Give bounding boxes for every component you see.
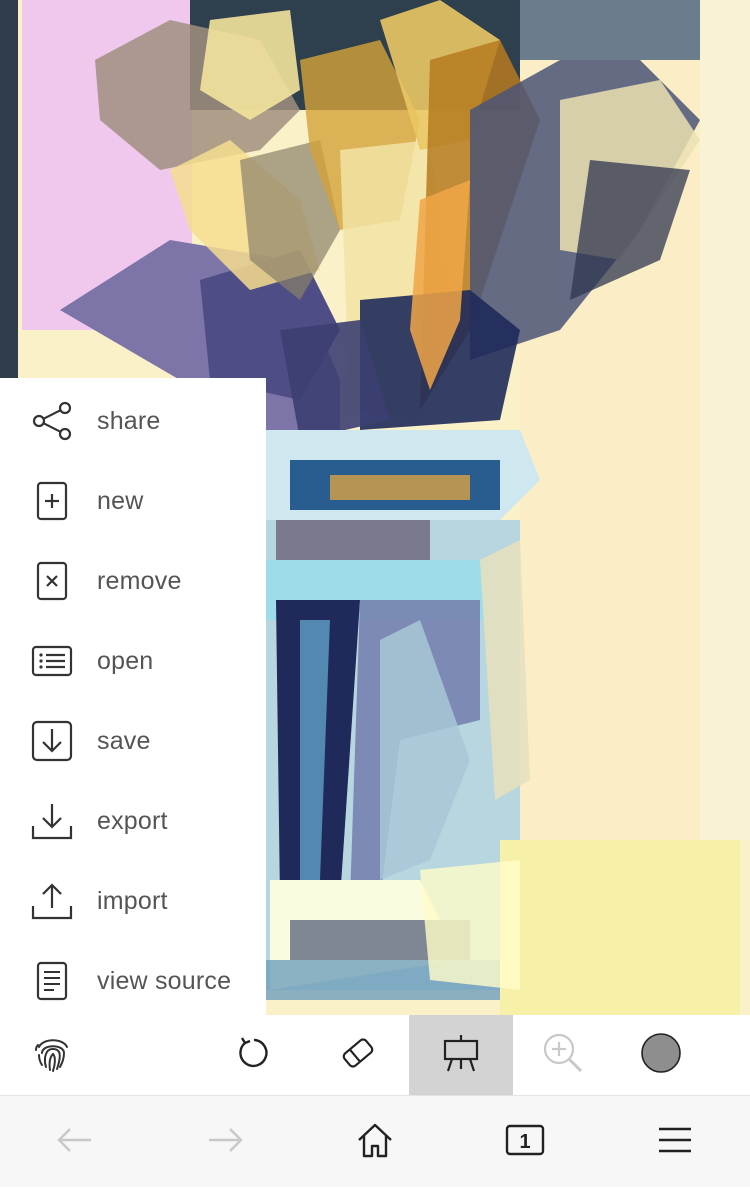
forward-button[interactable] [175, 1096, 275, 1188]
easel-icon [442, 1033, 480, 1078]
back-button[interactable] [25, 1096, 125, 1188]
menu-item-label: open [97, 646, 154, 675]
document-icon [30, 959, 74, 1003]
browser-nav-bar: 1 [0, 1095, 750, 1187]
drawing-toolbar [0, 1015, 750, 1095]
share-icon [30, 399, 74, 443]
menu-item-export[interactable]: export [0, 781, 266, 861]
new-file-icon [30, 479, 74, 523]
menu-item-label: export [97, 806, 168, 835]
color-swatch-icon [639, 1031, 683, 1080]
undo-button[interactable] [200, 1015, 305, 1095]
browser-menu-button[interactable] [625, 1096, 725, 1188]
menu-item-share[interactable]: share [0, 381, 266, 461]
list-icon [30, 639, 74, 683]
menu-item-remove[interactable]: remove [0, 541, 266, 621]
arrow-left-icon [55, 1125, 95, 1160]
download-icon [30, 799, 74, 843]
file-menu: share new remove open save export import… [0, 378, 266, 1015]
menu-item-import[interactable]: import [0, 861, 266, 941]
menu-item-label: share [97, 406, 161, 435]
eraser-button[interactable] [305, 1015, 410, 1095]
undo-icon [235, 1035, 271, 1076]
hamburger-menu-icon [657, 1125, 693, 1160]
menu-item-save[interactable]: save [0, 701, 266, 781]
menu-item-open[interactable]: open [0, 621, 266, 701]
home-icon [355, 1120, 395, 1165]
tabs-button[interactable]: 1 [475, 1096, 575, 1188]
zoom-button[interactable] [513, 1015, 613, 1095]
save-icon [30, 719, 74, 763]
arrow-right-icon [205, 1125, 245, 1160]
menu-item-new[interactable]: new [0, 461, 266, 541]
menu-item-label: new [97, 486, 144, 515]
color-picker-button[interactable] [613, 1015, 708, 1095]
home-button[interactable] [325, 1096, 425, 1188]
menu-item-label: remove [97, 566, 182, 595]
menu-item-label: save [97, 726, 151, 755]
menu-item-label: view source [97, 966, 232, 995]
tab-count: 1 [519, 1130, 531, 1153]
remove-file-icon [30, 559, 74, 603]
easel-button[interactable] [409, 1015, 513, 1095]
menu-item-view-source[interactable]: view source [0, 941, 266, 1021]
menu-item-label: import [97, 886, 168, 915]
upload-icon [30, 879, 74, 923]
zoom-in-icon [541, 1031, 585, 1080]
fingerprint-button[interactable] [0, 1015, 105, 1095]
eraser-icon [338, 1033, 378, 1078]
fingerprint-icon [33, 1033, 73, 1078]
